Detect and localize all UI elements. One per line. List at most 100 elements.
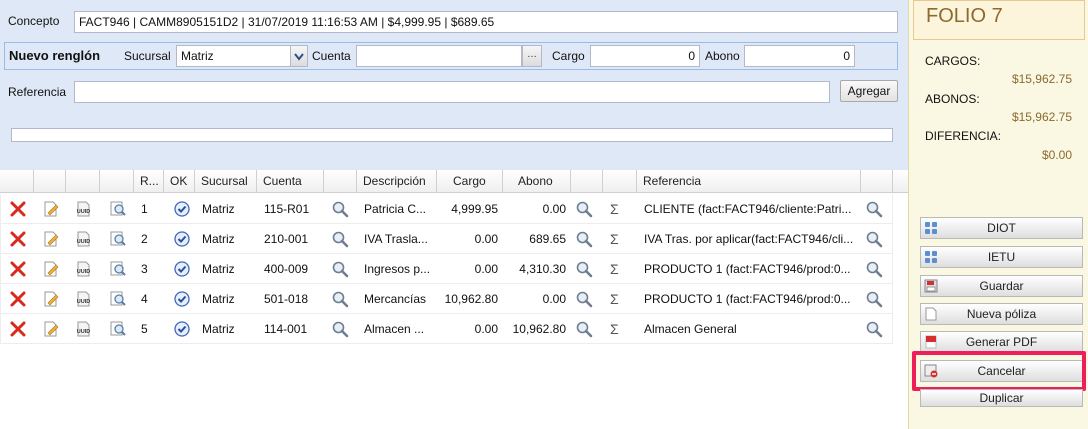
row-sucursal: Matriz	[202, 292, 235, 306]
view-document-icon[interactable]	[109, 230, 127, 248]
table-row[interactable]: UUID 2 Matriz 210-001 IVA Trasla... 0.00 689.6…	[0, 224, 893, 254]
sigma-icon: Σ	[610, 321, 619, 337]
search-icon[interactable]	[865, 320, 883, 338]
header-cargo[interactable]: Cargo	[437, 170, 503, 193]
row-cargo: 10,962.80	[444, 292, 498, 306]
cuenta-input[interactable]	[356, 45, 522, 67]
uuid-icon[interactable]: UUID	[75, 290, 93, 308]
header-edit[interactable]	[34, 170, 66, 193]
header-abono-search[interactable]	[571, 170, 603, 193]
search-icon[interactable]	[331, 230, 349, 248]
entry-form-panel: Concepto FACT946 | CAMM8905151D2 | 31/07…	[0, 0, 908, 170]
header-uuid[interactable]	[66, 170, 100, 193]
sucursal-dropdown-button[interactable]	[290, 45, 308, 67]
search-icon[interactable]	[331, 260, 349, 278]
edit-icon[interactable]	[42, 260, 60, 278]
cuenta-browse-button[interactable]: …	[522, 45, 542, 67]
header-sigma[interactable]	[603, 170, 637, 193]
row-cuenta: 210-001	[264, 232, 309, 246]
ietu-button[interactable]: IETU	[920, 246, 1083, 268]
agregar-button[interactable]: Agregar	[840, 80, 898, 102]
header-descripcion[interactable]: Descripción	[357, 170, 437, 193]
header-cuenta-search[interactable]	[324, 170, 357, 193]
search-icon[interactable]	[575, 230, 593, 248]
row-descripcion: Almacen ...	[364, 322, 425, 336]
nueva-poliza-label: Nueva póliza	[966, 307, 1037, 321]
row-cuenta: 501-018	[264, 292, 309, 306]
referencia-label: Referencia	[8, 85, 67, 99]
view-document-icon[interactable]	[109, 290, 127, 308]
sucursal-select[interactable]: Matriz	[176, 45, 292, 67]
delete-icon[interactable]	[9, 230, 27, 248]
row-sucursal: Matriz	[202, 262, 235, 276]
delete-icon[interactable]	[9, 260, 27, 278]
row-descripcion: Mercancías	[364, 292, 427, 306]
row-cargo: 0.00	[474, 232, 498, 246]
header-ok[interactable]: OK	[164, 170, 195, 193]
view-document-icon[interactable]	[109, 200, 127, 218]
cargo-input[interactable]: 0	[590, 45, 700, 67]
row-abono: 0.00	[542, 202, 566, 216]
row-referencia: IVA Tras. por aplicar(fact:FACT946/cli..…	[644, 232, 854, 246]
search-icon[interactable]	[865, 290, 883, 308]
table-row[interactable]: UUID 4 Matriz 501-018 Mercancías 10,962.80 0.0…	[0, 284, 893, 314]
header-sucursal[interactable]: Sucursal	[195, 170, 257, 193]
diot-button[interactable]: DIOT	[920, 217, 1083, 239]
duplicar-button[interactable]: Duplicar	[920, 389, 1083, 407]
generar-pdf-button[interactable]: Generar PDF	[920, 331, 1083, 353]
header-view[interactable]	[100, 170, 134, 193]
grid-icon	[925, 222, 937, 234]
row-descripcion: IVA Trasla...	[364, 232, 428, 246]
edit-icon[interactable]	[42, 290, 60, 308]
search-icon[interactable]	[865, 230, 883, 248]
search-icon[interactable]	[331, 200, 349, 218]
delete-icon[interactable]	[9, 290, 27, 308]
row-referencia: CLIENTE (fact:FACT946/cliente:Patri...	[644, 202, 852, 216]
header-cuenta[interactable]: Cuenta	[257, 170, 324, 193]
nueva-poliza-button[interactable]: Nueva póliza	[920, 303, 1083, 325]
edit-icon[interactable]	[42, 320, 60, 338]
row-number: 1	[141, 202, 148, 216]
search-icon[interactable]	[575, 200, 593, 218]
save-icon	[924, 279, 938, 293]
row-cargo: 4,999.95	[451, 202, 498, 216]
header-renglon[interactable]: R...	[134, 170, 164, 193]
uuid-icon[interactable]: UUID	[75, 230, 93, 248]
table-row[interactable]: UUID 3 Matriz 400-009 Ingresos p... 0.00 4,310…	[0, 254, 893, 284]
row-cuenta: 400-009	[264, 262, 309, 276]
abono-label: Abono	[705, 49, 740, 63]
header-referencia-search[interactable]	[861, 170, 893, 193]
table-row[interactable]: UUID 1 Matriz 115-R01 Patricia C... 4,999.95 0…	[0, 194, 893, 224]
view-document-icon[interactable]	[109, 260, 127, 278]
delete-icon[interactable]	[9, 320, 27, 338]
concepto-input[interactable]: FACT946 | CAMM8905151D2 | 31/07/2019 11:…	[74, 11, 898, 33]
search-icon[interactable]	[575, 290, 593, 308]
search-icon[interactable]	[865, 260, 883, 278]
guardar-button[interactable]: Guardar	[920, 275, 1083, 297]
diferencia-label: DIFERENCIA:	[925, 129, 1002, 143]
header-abono[interactable]: Abono	[503, 170, 571, 193]
header-referencia[interactable]: Referencia	[637, 170, 861, 193]
search-icon[interactable]	[575, 320, 593, 338]
search-icon[interactable]	[331, 320, 349, 338]
view-document-icon[interactable]	[109, 320, 127, 338]
abono-input[interactable]: 0	[744, 45, 855, 67]
row-abono: 0.00	[542, 292, 566, 306]
uuid-icon[interactable]: UUID	[75, 200, 93, 218]
edit-icon[interactable]	[42, 200, 60, 218]
search-icon[interactable]	[331, 290, 349, 308]
search-icon[interactable]	[865, 200, 883, 218]
pdf-icon	[925, 335, 937, 349]
table-row[interactable]: UUID 5 Matriz 114-001 Almacen ... 0.00 10,962.…	[0, 314, 893, 344]
check-icon	[173, 230, 191, 248]
svg-text:UUID: UUID	[77, 299, 90, 305]
delete-icon[interactable]	[9, 200, 27, 218]
row-abono: 4,310.30	[519, 262, 566, 276]
uuid-icon[interactable]: UUID	[75, 320, 93, 338]
referencia-input[interactable]	[74, 81, 830, 103]
uuid-icon[interactable]: UUID	[75, 260, 93, 278]
check-icon	[173, 200, 191, 218]
edit-icon[interactable]	[42, 230, 60, 248]
header-delete[interactable]	[0, 170, 34, 193]
search-icon[interactable]	[575, 260, 593, 278]
